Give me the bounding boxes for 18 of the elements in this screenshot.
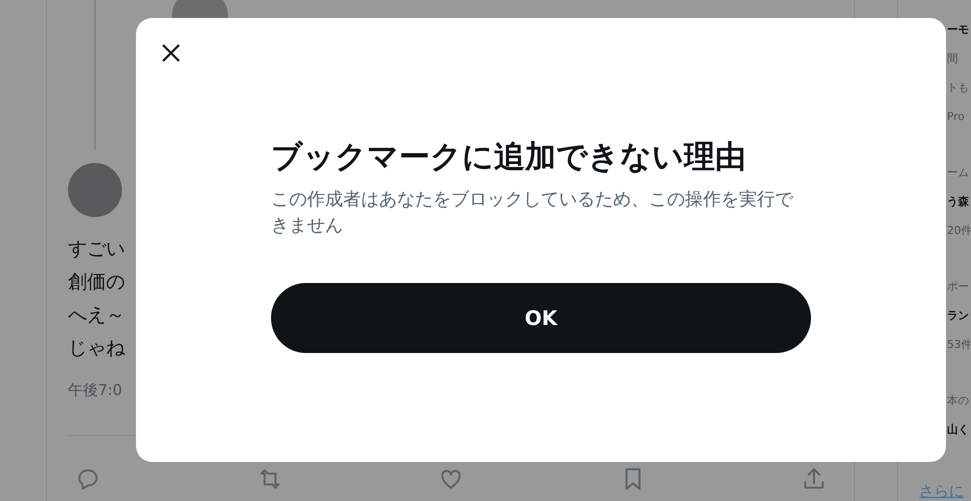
- tweet-text-line: 創価の: [68, 270, 125, 295]
- trend-title: 山く: [946, 423, 970, 437]
- timestamp: 午後7:0: [68, 380, 124, 401]
- trend-text: ポー: [946, 280, 970, 294]
- ok-button[interactable]: OK: [271, 282, 811, 352]
- trend-title: ーモ: [946, 23, 970, 37]
- trend-text: 間: [946, 52, 959, 66]
- tweet-text-line: すごい: [68, 237, 125, 262]
- tweet-text-line: へえ～: [68, 303, 125, 328]
- trend-title: う森: [946, 195, 970, 209]
- trend-text: ーム: [946, 166, 970, 180]
- trend-text: 本の: [946, 394, 970, 408]
- dialog-title: ブックマークに追加できない理由: [271, 138, 747, 177]
- trend-text: トも: [946, 81, 970, 95]
- trend-title: ラン: [946, 309, 970, 323]
- tweet-text-line: じゃね: [68, 336, 125, 361]
- trend-text: Pro: [946, 110, 966, 124]
- dialog-message: この作成者はあなたをブロックしているため、この操作を実行できません: [271, 188, 794, 238]
